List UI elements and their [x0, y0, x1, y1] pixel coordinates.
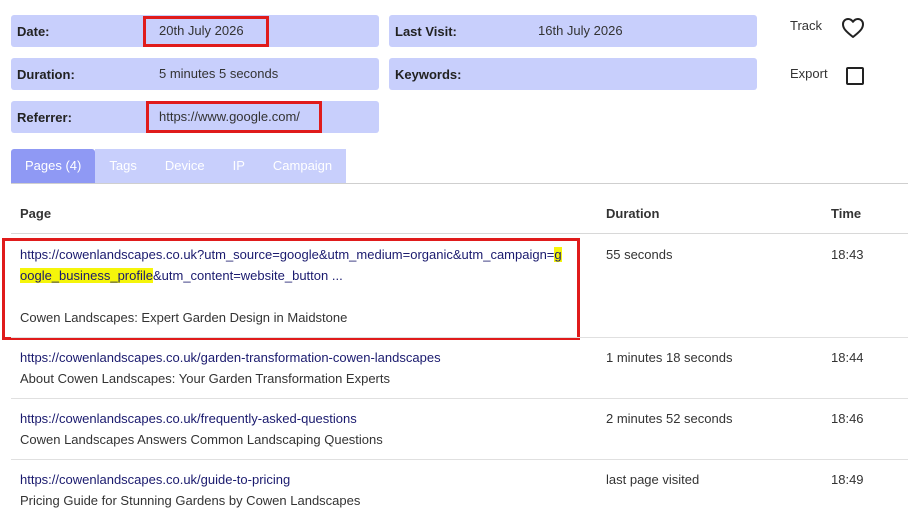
- table-row: https://cowenlandscapes.co.uk/guide-to-p…: [11, 469, 908, 514]
- page-url-part: &utm_content=website_button ...: [152, 268, 343, 283]
- page-url-link[interactable]: https://cowenlandscapes.co.uk/frequently…: [20, 408, 580, 429]
- page-duration: last page visited: [606, 472, 700, 487]
- tab-divider: [11, 183, 908, 184]
- tab-tags[interactable]: Tags: [95, 149, 151, 183]
- tab-pages[interactable]: Pages (4): [11, 149, 96, 183]
- column-header-time: Time: [831, 206, 862, 221]
- page-url-link[interactable]: https://cowenlandscapes.co.uk/guide-to-p…: [20, 469, 580, 490]
- tab-ip[interactable]: IP: [218, 149, 259, 183]
- column-header-page: Page: [20, 206, 52, 221]
- keywords-label: Keywords:: [395, 67, 462, 82]
- table-row: https://cowenlandscapes.co.uk/garden-tra…: [11, 347, 908, 392]
- column-header-duration: Duration: [606, 206, 660, 221]
- tab-bar: Pages (4) Tags Device IP Campaign: [11, 149, 347, 183]
- date-annotation-box: [143, 16, 269, 47]
- page-time: 18:43: [831, 247, 864, 262]
- tab-campaign[interactable]: Campaign: [258, 149, 347, 183]
- row-divider: [11, 459, 908, 460]
- page-url-link[interactable]: https://cowenlandscapes.co.uk?utm_source…: [20, 244, 568, 286]
- row-divider: [11, 337, 908, 338]
- track-label: Track: [790, 18, 823, 33]
- export-checkbox[interactable]: [846, 67, 864, 85]
- duration-field: Duration: 5 minutes 5 seconds: [11, 58, 379, 90]
- table-row: https://cowenlandscapes.co.uk/frequently…: [11, 408, 908, 453]
- page-duration: 2 minutes 52 seconds: [606, 411, 733, 426]
- last-visit-field: Last Visit: 16th July 2026: [389, 15, 757, 47]
- referrer-label: Referrer:: [17, 110, 72, 125]
- page-time: 18:49: [831, 472, 864, 487]
- page-url-link[interactable]: https://cowenlandscapes.co.uk/garden-tra…: [20, 347, 580, 368]
- last-visit-label: Last Visit:: [395, 24, 457, 39]
- page-url-part: https://cowenlandscapes.co.uk?utm_source…: [20, 247, 555, 262]
- page-title: Cowen Landscapes: Expert Garden Design i…: [20, 310, 348, 325]
- table-header-divider: [11, 233, 908, 234]
- row-divider: [11, 398, 908, 399]
- page-time: 18:46: [831, 411, 864, 426]
- export-label: Export: [790, 66, 828, 81]
- date-label: Date:: [17, 24, 50, 39]
- duration-value: 5 minutes 5 seconds: [159, 66, 279, 81]
- last-visit-value: 16th July 2026: [538, 23, 623, 38]
- page-duration: 1 minutes 18 seconds: [606, 350, 733, 365]
- keywords-field: Keywords:: [389, 58, 757, 90]
- page-title: Pricing Guide for Stunning Gardens by Co…: [20, 493, 361, 508]
- page-title: About Cowen Landscapes: Your Garden Tran…: [20, 371, 390, 386]
- page-title: Cowen Landscapes Answers Common Landscap…: [20, 432, 383, 447]
- duration-label: Duration:: [17, 67, 75, 82]
- heart-icon[interactable]: [841, 17, 865, 39]
- page-time: 18:44: [831, 350, 864, 365]
- referrer-annotation-box: [146, 101, 322, 133]
- tab-device[interactable]: Device: [150, 149, 219, 183]
- page-duration: 55 seconds: [606, 247, 673, 262]
- table-row: https://cowenlandscapes.co.uk?utm_source…: [11, 244, 908, 336]
